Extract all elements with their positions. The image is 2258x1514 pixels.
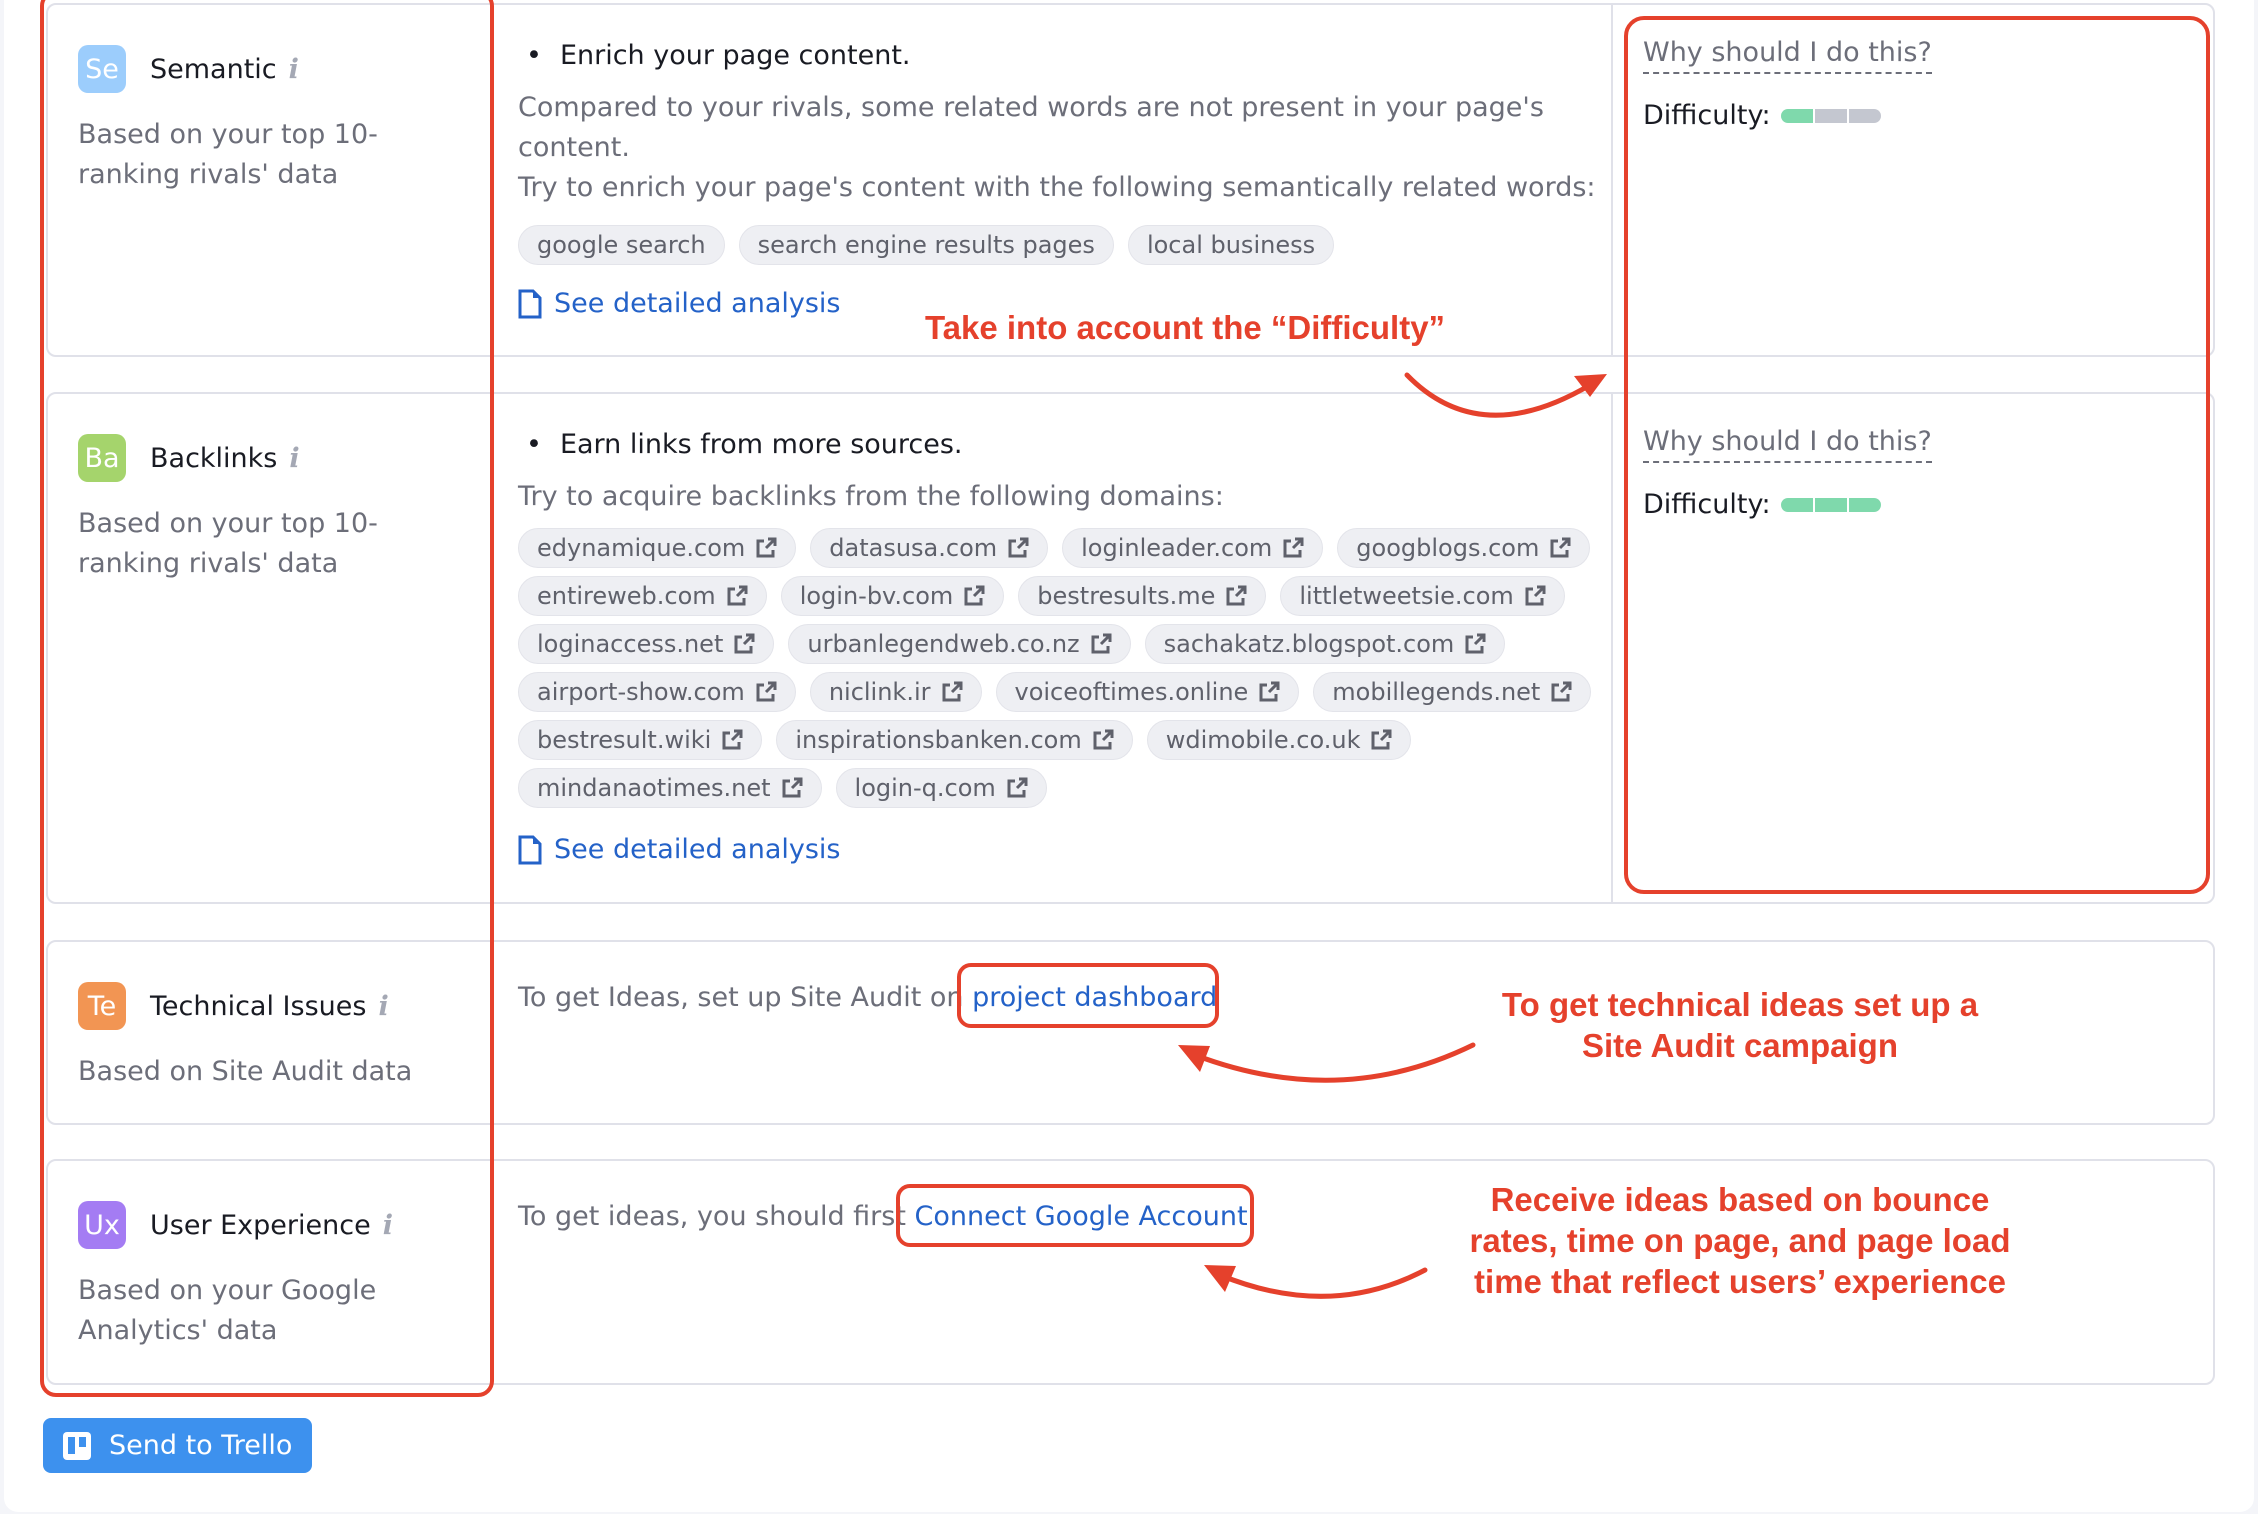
domain-chip[interactable]: login-q.com	[835, 768, 1047, 808]
external-link-icon	[1008, 537, 1029, 558]
chip-label: loginaccess.net	[537, 630, 724, 658]
domain-chip[interactable]: sachakatz.blogspot.com	[1144, 624, 1506, 664]
chip-label: mindanaotimes.net	[537, 774, 771, 802]
chip-label: mobillegends.net	[1332, 678, 1541, 706]
chip-label: login-bv.com	[799, 582, 954, 610]
send-to-trello-button[interactable]: Send to Trello	[43, 1418, 312, 1473]
chip-label: login-q.com	[854, 774, 996, 802]
external-link-icon	[782, 777, 803, 798]
see-detailed-analysis-link[interactable]: See detailed analysis	[518, 288, 840, 319]
chip-label: loginleader.com	[1081, 534, 1273, 562]
button-label: Send to Trello	[109, 1430, 293, 1461]
see-detailed-analysis-link[interactable]: See detailed analysis	[518, 834, 840, 865]
trello-icon	[63, 1431, 91, 1460]
external-link-icon	[756, 537, 777, 558]
chip-label: search engine results pages	[757, 231, 1095, 259]
highlight-left-column	[40, 0, 494, 1397]
chip-label: google search	[537, 231, 706, 259]
external-link-icon	[942, 681, 962, 702]
idea-description: Compared to your rivals, some related wo…	[518, 92, 1544, 163]
chip-label: wdimobile.co.uk	[1165, 726, 1361, 754]
domain-chip[interactable]: littletweetsie.com	[1280, 576, 1565, 616]
domain-chip[interactable]: mindanaotimes.net	[518, 768, 822, 808]
external-link-icon	[1283, 537, 1304, 558]
external-link-icon	[1465, 633, 1486, 654]
domain-chip[interactable]: urbanlegendweb.co.nz	[788, 624, 1131, 664]
annotation-ux: Receive ideas based on bounce rates, tim…	[1469, 1181, 2011, 1300]
domain-chip[interactable]: edynamique.com	[518, 528, 797, 568]
annotation-difficulty: Take into account the “Difficulty”	[924, 309, 1446, 346]
keyword-chip: search engine results pages	[738, 225, 1114, 265]
external-link-icon	[756, 681, 777, 702]
external-link-icon	[1551, 681, 1572, 702]
document-icon	[518, 289, 542, 318]
idea-instruction: Try to acquire backlinks from the follow…	[518, 481, 1224, 512]
domain-chip[interactable]: airport-show.com	[518, 672, 796, 712]
domain-chip[interactable]: inspirationsbanken.com	[776, 720, 1133, 760]
idea-bullet: Earn links from more sources.	[518, 429, 963, 460]
chip-label: urbanlegendweb.co.nz	[807, 630, 1080, 658]
domain-chip[interactable]: bestresult.wiki	[518, 720, 763, 760]
link-label: See detailed analysis	[554, 834, 841, 865]
chip-label: niclink.ir	[828, 678, 931, 706]
chip-label: googblogs.com	[1356, 534, 1540, 562]
highlight-project-dashboard	[957, 963, 1219, 1028]
annotation-technical: To get technical ideas set up a Site Aud…	[1501, 986, 1979, 1064]
domain-chip[interactable]: wdimobile.co.uk	[1146, 720, 1412, 760]
external-link-icon	[964, 585, 985, 606]
domain-chip[interactable]: entireweb.com	[518, 576, 767, 616]
domain-chip[interactable]: mobillegends.net	[1313, 672, 1592, 712]
highlight-connect-google	[896, 1184, 1254, 1247]
external-link-icon	[1091, 633, 1112, 654]
link-label: See detailed analysis	[554, 288, 841, 319]
chip-label: edynamique.com	[537, 534, 746, 562]
external-link-icon	[722, 729, 743, 750]
external-link-icon	[1371, 729, 1392, 750]
chip-label: bestresults.me	[1037, 582, 1216, 610]
domain-chips: edynamique.com datasusa.com loginleader.co…	[518, 528, 1628, 808]
external-link-icon	[1007, 777, 1028, 798]
chip-label: inspirationsbanken.com	[795, 726, 1082, 754]
message-text: To get Ideas, set up Site Audit on	[518, 982, 973, 1013]
domain-chip[interactable]: niclink.ir	[809, 672, 982, 712]
chip-label: local business	[1146, 231, 1316, 259]
domain-chip[interactable]: googblogs.com	[1337, 528, 1591, 568]
chip-label: sachakatz.blogspot.com	[1163, 630, 1455, 658]
chip-label: airport-show.com	[537, 678, 745, 706]
external-link-icon	[1525, 585, 1546, 606]
external-link-icon	[1550, 537, 1571, 558]
chip-label: entireweb.com	[537, 582, 716, 610]
idea-bullet: Enrich your page content.	[518, 40, 911, 71]
external-link-icon	[734, 633, 755, 654]
domain-chip[interactable]: datasusa.com	[810, 528, 1049, 568]
domain-chip[interactable]: loginaccess.net	[518, 624, 775, 664]
chip-label: voiceoftimes.online	[1014, 678, 1249, 706]
domain-chip[interactable]: bestresults.me	[1018, 576, 1267, 616]
keyword-chips: google search search engine results pages…	[518, 225, 1628, 265]
domain-chip[interactable]: login-bv.com	[780, 576, 1005, 616]
highlight-difficulty-column	[1624, 16, 2210, 894]
keyword-chip: local business	[1127, 225, 1335, 265]
domain-chip[interactable]: loginleader.com	[1062, 528, 1324, 568]
document-icon	[518, 835, 542, 864]
chip-label: datasusa.com	[829, 534, 998, 562]
chip-label: littletweetsie.com	[1299, 582, 1514, 610]
idea-instruction: Try to enrich your page's content with t…	[518, 172, 1596, 203]
chip-label: bestresult.wiki	[537, 726, 712, 754]
external-link-icon	[1226, 585, 1247, 606]
external-link-icon	[727, 585, 748, 606]
message-text: To get ideas, you should first	[518, 1201, 915, 1232]
keyword-chip: google search	[518, 225, 725, 265]
external-link-icon	[1093, 729, 1114, 750]
domain-chip[interactable]: voiceoftimes.online	[995, 672, 1300, 712]
external-link-icon	[1259, 681, 1280, 702]
